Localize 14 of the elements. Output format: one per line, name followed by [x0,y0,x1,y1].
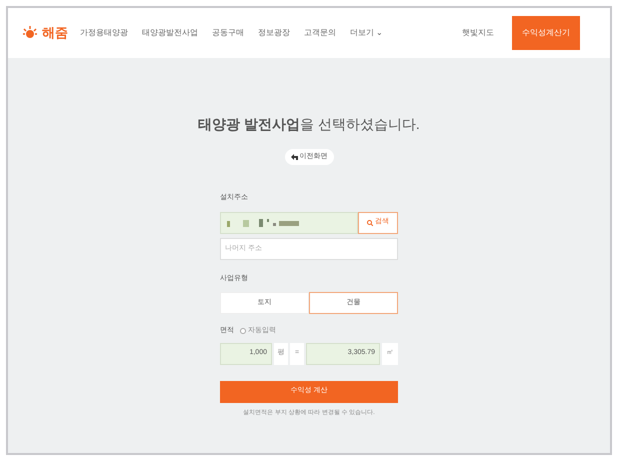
search-icon [367,220,373,226]
nav-link[interactable]: 고객문의 [304,27,336,39]
sun-logo-icon [22,25,38,41]
page-title: 태양광 발전사업을 선택하셨습니다. [198,115,420,134]
logo-text[interactable]: 해줌 [42,23,68,43]
back-arrow-icon [290,154,298,160]
calculator-button[interactable]: 수익성계산기 [512,16,580,50]
nav-link[interactable]: 태양광발전사업 [142,27,198,39]
map-link[interactable]: 햇빛지도 [462,27,494,39]
nav-link[interactable]: 더보기 ⌄ [350,27,384,39]
nav-link[interactable]: 가정용태양광 [80,27,128,39]
address-field[interactable] [220,212,358,234]
nav-link[interactable]: 공동구매 [212,27,244,39]
nav-link[interactable]: 정보광장 [258,27,290,39]
